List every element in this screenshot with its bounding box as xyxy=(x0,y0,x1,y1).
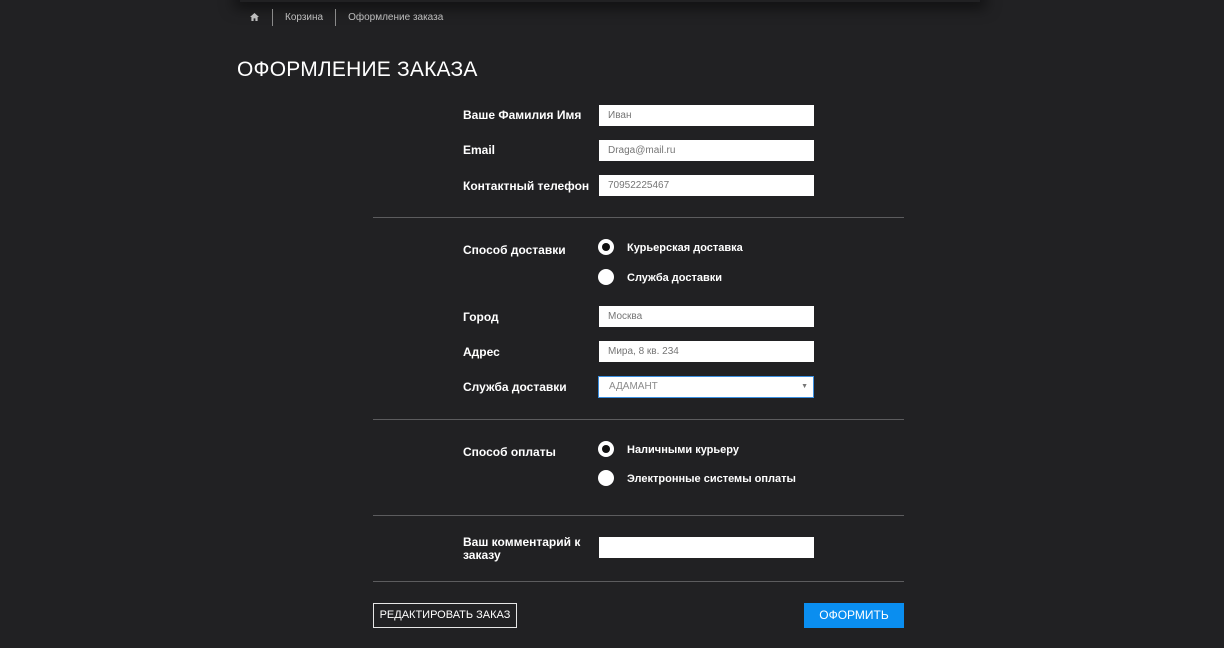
delivery-method-label: Способ доставки xyxy=(463,243,566,257)
breadcrumb: Корзина Оформление заказа xyxy=(248,8,443,26)
section-divider xyxy=(373,217,904,218)
delivery-service-selected: АДАМАНТ xyxy=(609,381,658,392)
comment-field[interactable] xyxy=(599,537,814,558)
home-icon[interactable] xyxy=(248,11,260,23)
page-title: ОФОРМЛЕНИЕ ЗАКАЗА xyxy=(237,58,478,81)
payment-electronic-label[interactable]: Электронные системы оплаты xyxy=(627,473,796,485)
section-divider xyxy=(373,581,904,582)
caret-down-icon: ▼ xyxy=(801,383,808,390)
email-label: Email xyxy=(463,143,496,157)
payment-cash-label[interactable]: Наличными курьеру xyxy=(627,444,739,456)
delivery-service-label: Служба доставки xyxy=(463,380,567,394)
edit-order-button[interactable]: РЕДАКТИРОВАТЬ ЗАКАЗ xyxy=(373,603,517,628)
breadcrumb-separator xyxy=(335,8,337,26)
breadcrumb-separator xyxy=(272,8,273,26)
city-label: Город xyxy=(463,310,499,324)
city-field[interactable] xyxy=(599,306,814,327)
delivery-courier-label[interactable]: Курьерская доставка xyxy=(627,242,743,254)
header-shadow xyxy=(240,0,980,2)
section-divider xyxy=(373,419,904,420)
breadcrumb-cart[interactable]: Корзина xyxy=(285,12,323,23)
name-label: Ваше Фамилия Имя xyxy=(463,108,582,122)
phone-label: Контактный телефон xyxy=(463,179,590,193)
delivery-service-select[interactable]: АДАМАНТ ▼ xyxy=(598,376,814,398)
phone-field[interactable] xyxy=(599,175,814,196)
name-field[interactable] xyxy=(599,105,814,126)
email-field[interactable] xyxy=(599,140,814,161)
address-label: Адрес xyxy=(463,345,500,359)
payment-method-label: Способ оплаты xyxy=(463,445,556,459)
delivery-service-radio[interactable] xyxy=(598,269,614,285)
delivery-courier-radio[interactable] xyxy=(598,239,614,255)
address-field[interactable] xyxy=(599,341,814,362)
payment-cash-radio[interactable] xyxy=(598,441,614,457)
breadcrumb-checkout: Оформление заказа xyxy=(348,11,444,23)
comment-label: Ваш комментарий к заказу xyxy=(463,535,581,562)
payment-electronic-radio[interactable] xyxy=(598,470,614,486)
submit-order-button[interactable]: ОФОРМИТЬ xyxy=(804,603,904,628)
section-divider xyxy=(373,515,904,516)
delivery-service-option-label[interactable]: Служба доставки xyxy=(627,272,722,284)
